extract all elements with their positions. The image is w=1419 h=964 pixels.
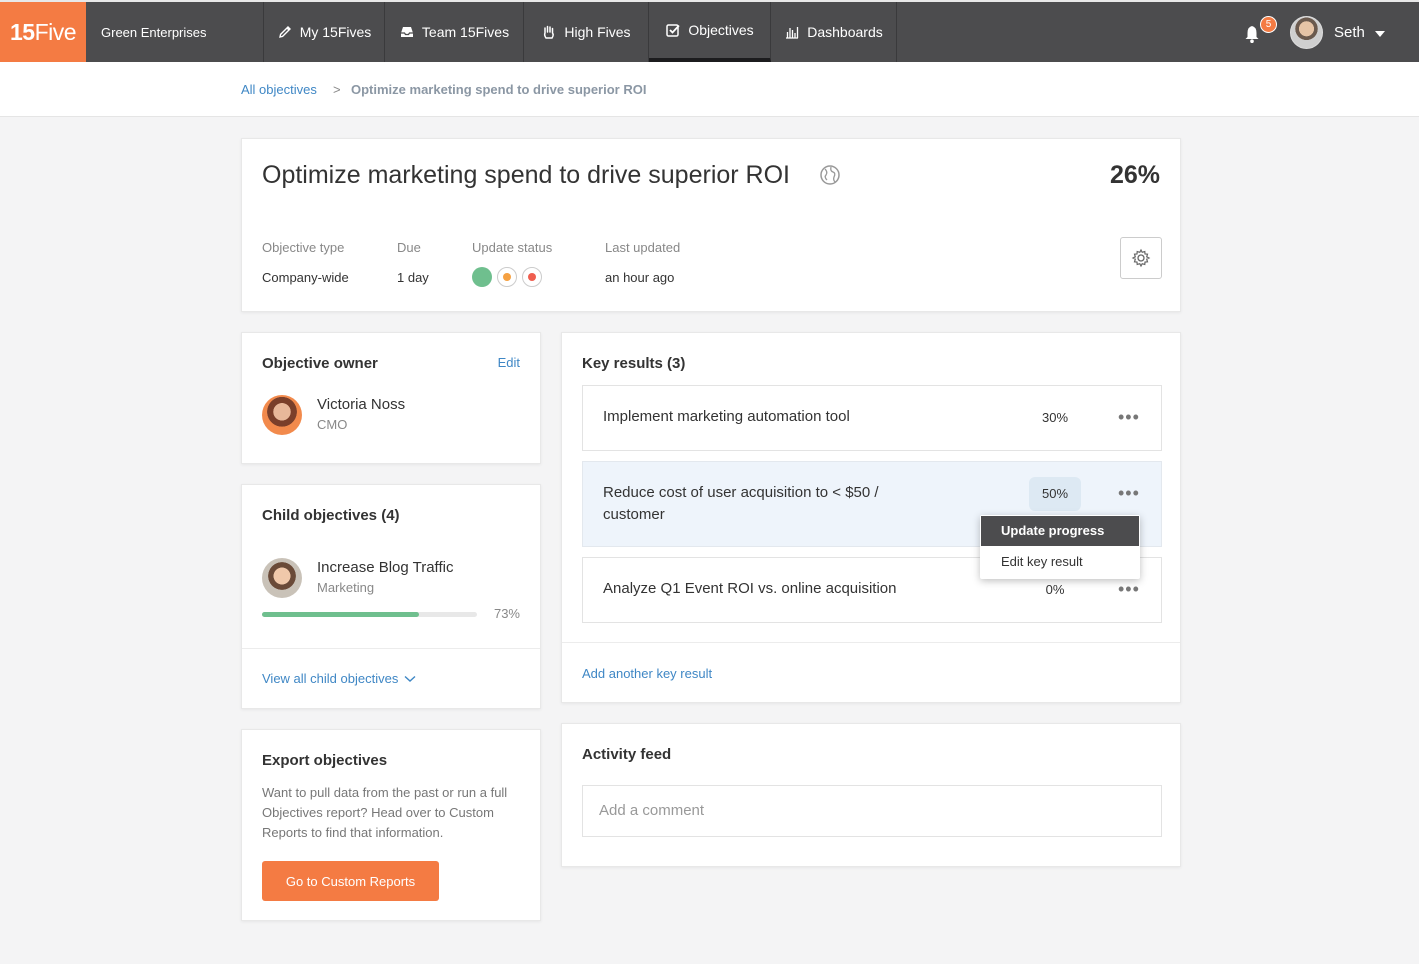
nav-team-15fives[interactable]: Team 15Fives [385, 2, 524, 62]
key-result-title-line: Reduce cost of user acquisition to < $50… [603, 484, 879, 501]
chevron-down-icon [404, 675, 416, 682]
objective-owner-card: Objective owner Edit Victoria Noss CMO [241, 332, 541, 464]
export-text-line: Reports to find that information. [262, 825, 444, 840]
objective-percent: 26% [1109, 161, 1160, 189]
bell-icon[interactable] [1242, 24, 1262, 44]
key-result-title: Reduce cost of user acquisition to < $50… [603, 482, 879, 526]
key-result-title: Analyze Q1 Event ROI vs. online acquisit… [603, 580, 897, 597]
export-text-line: Want to pull data from the past or run a… [262, 785, 508, 800]
nav-objectives[interactable]: Objectives [649, 2, 771, 62]
settings-button[interactable] [1120, 237, 1162, 279]
breadcrumb: All objectives > Optimize marketing spen… [0, 62, 1419, 117]
export-description: Want to pull data from the past or run a… [262, 783, 507, 843]
type-value: Company-wide [262, 270, 349, 285]
chevron-down-icon[interactable] [1375, 31, 1385, 37]
go-to-custom-reports-button[interactable]: Go to Custom Reports [262, 861, 439, 901]
comment-input[interactable]: Add a comment [582, 785, 1162, 837]
key-result-percent[interactable]: 50% [1029, 477, 1081, 511]
key-result-menu: Update progress Edit key result [980, 515, 1140, 579]
divider [242, 648, 540, 649]
logo[interactable]: 15 Five [0, 2, 86, 62]
user-name[interactable]: Seth [1334, 24, 1365, 41]
hand-icon [544, 25, 555, 39]
owner-role: CMO [317, 417, 348, 432]
child-team: Marketing [317, 580, 375, 595]
owner-name: Victoria Noss [317, 396, 406, 413]
breadcrumb-current: Optimize marketing spend to drive superi… [351, 82, 647, 97]
key-result-percent: 0% [1045, 582, 1065, 597]
more-options-icon[interactable]: ••• [1118, 407, 1140, 428]
status-label: Update status [472, 240, 553, 255]
logo-light: Five [34, 18, 77, 45]
export-text-line: Objectives report? Head over to Custom [262, 805, 494, 820]
child-progress-fill [262, 612, 419, 617]
notification-badge[interactable]: 5 [1260, 16, 1277, 33]
globe-icon [820, 165, 840, 185]
update-progress-menu-item[interactable]: Update progress [981, 516, 1139, 546]
bar-chart-icon [786, 27, 799, 39]
avatar [262, 395, 302, 435]
child-heading: Child objectives (4) [262, 507, 400, 524]
nav-label: Objectives [688, 22, 754, 38]
export-objectives-card: Export objectives Want to pull data from… [241, 729, 541, 921]
company-name[interactable]: Green Enterprises [86, 2, 264, 62]
activity-heading: Activity feed [582, 746, 672, 763]
status-dot-green [472, 267, 492, 287]
key-result-percent: 30% [1041, 410, 1069, 425]
breadcrumb-all-objectives[interactable]: All objectives [241, 82, 317, 97]
child-progress-bar [262, 612, 477, 617]
checkbox-icon [666, 24, 680, 37]
nav-label: Dashboards [807, 24, 883, 40]
updated-value: an hour ago [605, 270, 675, 285]
add-key-result-link[interactable]: Add another key result [582, 666, 712, 681]
key-result-row[interactable]: Implement marketing automation tool 30% … [582, 385, 1162, 451]
child-objectives-card: Child objectives (4) Increase Blog Traff… [241, 484, 541, 709]
breadcrumb-separator: > [333, 82, 341, 97]
owner-heading: Objective owner [262, 355, 378, 372]
view-all-child-objectives-link[interactable]: View all child objectives [262, 671, 416, 686]
nav-dashboards[interactable]: Dashboards [771, 2, 897, 62]
edit-key-result-menu-item[interactable]: Edit key result [981, 547, 1139, 577]
child-percent: 73% [493, 606, 520, 621]
nav-high-fives[interactable]: High Fives [524, 2, 649, 62]
due-value: 1 day [397, 270, 429, 285]
status-dot-red [522, 267, 542, 287]
child-name[interactable]: Increase Blog Traffic [317, 559, 453, 576]
more-options-icon[interactable]: ••• [1118, 579, 1140, 600]
avatar [262, 558, 302, 598]
status-dot-orange [497, 267, 517, 287]
nav-label: High Fives [564, 24, 631, 40]
key-results-heading: Key results (3) [582, 355, 686, 372]
logo-bold: 15 [9, 18, 35, 45]
page-title: Optimize marketing spend to drive superi… [262, 161, 790, 189]
type-label: Objective type [262, 240, 345, 255]
objective-header-card: Optimize marketing spend to drive superi… [241, 138, 1181, 312]
updated-label: Last updated [605, 240, 681, 255]
divider [562, 642, 1180, 643]
inbox-icon [400, 27, 413, 37]
key-result-title-line: customer [603, 506, 665, 523]
due-label: Due [397, 240, 421, 255]
activity-feed-card: Activity feed Add a comment [561, 723, 1181, 867]
nav-label: Team 15Fives [421, 24, 510, 40]
more-options-icon[interactable]: ••• [1118, 483, 1140, 504]
edit-owner-link[interactable]: Edit [498, 355, 520, 370]
top-nav: 15 Five Green Enterprises My 15Fives Team… [0, 0, 1419, 62]
key-result-title: Implement marketing automation tool [603, 408, 850, 425]
nav-my-15fives[interactable]: My 15Fives [264, 2, 385, 62]
view-all-label: View all child objectives [262, 671, 399, 686]
pencil-icon [278, 26, 291, 38]
gear-icon [1131, 248, 1151, 268]
nav-label: My 15Fives [299, 24, 372, 40]
export-heading: Export objectives [262, 752, 388, 769]
avatar[interactable] [1290, 16, 1323, 49]
